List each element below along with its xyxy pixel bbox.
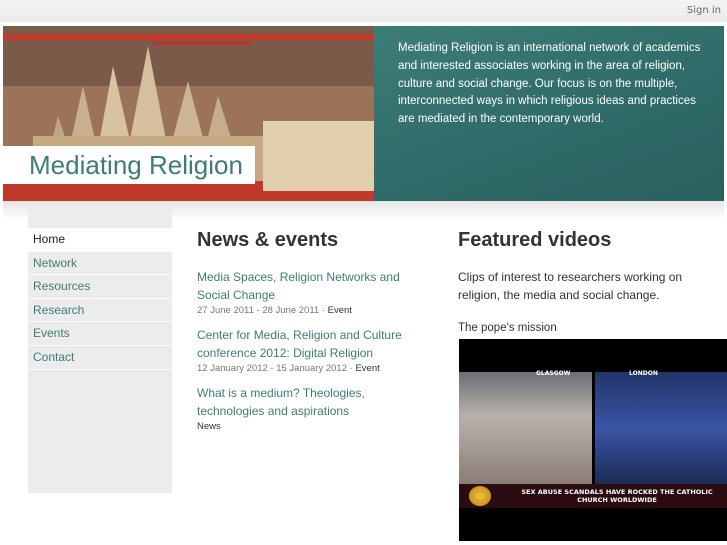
- news-item-type: Event: [355, 363, 380, 374]
- video-location-left: GLASGOW: [536, 370, 571, 377]
- video-player[interactable]: GLASGOW LONDON SEX ABUSE SCANDALS HAVE R…: [459, 339, 727, 541]
- videos-heading: Featured videos: [458, 229, 612, 251]
- news-item-date: 12 January 2012 - 15 January 2012 ·: [197, 363, 356, 374]
- banner-description-panel: Mediating Religion is an international n…: [374, 26, 724, 201]
- news-item: Center for Media, Religion and Culture c…: [197, 326, 417, 375]
- nav-link-network[interactable]: Network: [33, 256, 77, 270]
- nav-link-research[interactable]: Research: [33, 303, 84, 317]
- news-item-meta: News: [197, 420, 417, 433]
- news-list: Media Spaces, Religion Networks and Soci…: [197, 268, 417, 442]
- nav-link-events[interactable]: Events: [33, 326, 70, 340]
- nav-item-home[interactable]: Home: [28, 228, 172, 252]
- news-item-link[interactable]: What is a medium? Theologies, technologi…: [197, 384, 417, 420]
- news-item-link[interactable]: Media Spaces, Religion Networks and Soci…: [197, 268, 417, 304]
- news-item-type: Event: [327, 305, 352, 316]
- videos-description: Clips of interest to researchers working…: [458, 270, 683, 302]
- nav-item-contact[interactable]: Contact: [28, 346, 172, 370]
- news-item-meta: 27 June 2011 - 28 June 2011 · Event: [197, 304, 417, 317]
- top-bar: Sign in: [0, 0, 727, 22]
- banner: Mediating Religion Mediating Religion is…: [3, 26, 724, 201]
- news-item: What is a medium? Theologies, technologi…: [197, 384, 417, 433]
- nav-item-network[interactable]: Network: [28, 252, 172, 276]
- news-item-meta: 12 January 2012 - 15 January 2012 · Even…: [197, 362, 417, 375]
- news-item-date: 27 June 2011 - 28 June 2011 ·: [197, 305, 328, 316]
- site-description: Mediating Religion is an international n…: [398, 42, 701, 126]
- video-lower-third: SEX ABUSE SCANDALS HAVE ROCKED THE CATHO…: [459, 484, 727, 508]
- nav-item-resources[interactable]: Resources: [28, 275, 172, 299]
- nav-item-events[interactable]: Events: [28, 322, 172, 346]
- video-frame-right: [595, 372, 727, 484]
- sign-in-link[interactable]: Sign in: [687, 5, 721, 16]
- news-item: Media Spaces, Religion Networks and Soci…: [197, 268, 417, 317]
- nav-link-resources[interactable]: Resources: [33, 279, 90, 293]
- nav-link-contact[interactable]: Contact: [33, 350, 74, 364]
- banner-title-box: Mediating Religion: [3, 146, 255, 184]
- news-item-link[interactable]: Center for Media, Religion and Culture c…: [197, 326, 417, 362]
- video-frame-left: [459, 372, 592, 484]
- video-location-right: LONDON: [629, 370, 658, 377]
- nav-item-research[interactable]: Research: [28, 299, 172, 323]
- broadcaster-logo-icon: [469, 486, 491, 506]
- main-nav: Home Network Resources Research Events C…: [28, 228, 172, 370]
- news-item-type: News: [197, 421, 221, 432]
- site-title[interactable]: Mediating Religion: [29, 150, 243, 181]
- news-heading: News & events: [197, 229, 339, 251]
- video-caption: The pope's mission: [458, 322, 557, 334]
- nav-link-home[interactable]: Home: [33, 232, 65, 246]
- video-headline: SEX ABUSE SCANDALS HAVE ROCKED THE CATHO…: [521, 488, 713, 504]
